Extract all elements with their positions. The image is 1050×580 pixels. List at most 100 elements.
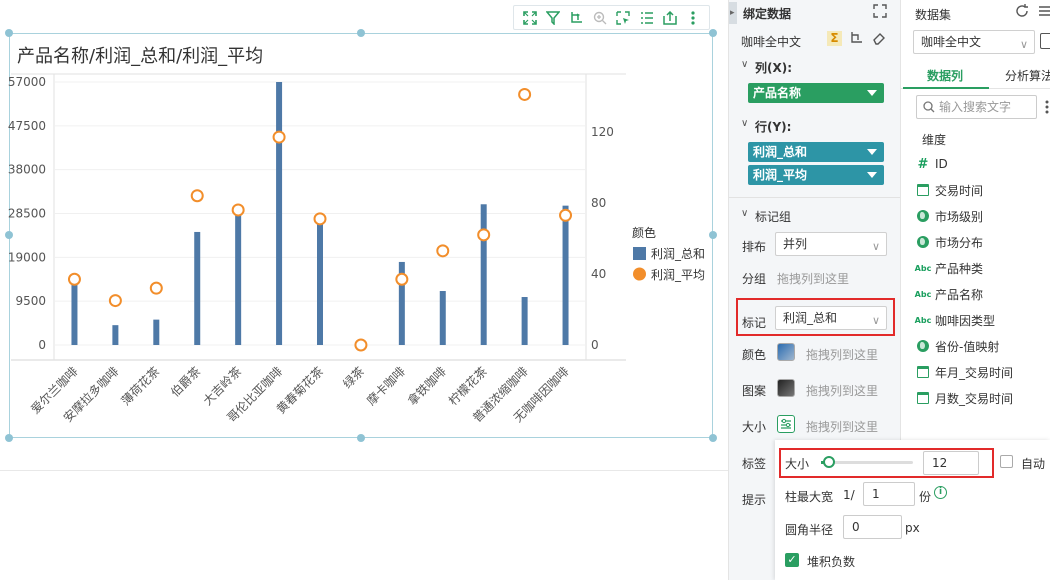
pivot-icon[interactable] [849,31,863,48]
size-icon[interactable] [777,415,795,433]
chevron-down-icon: ∨ [871,240,880,253]
swap-icon[interactable] [872,3,888,22]
refresh-icon[interactable] [1014,3,1030,22]
row-pill-1[interactable]: 利润_总和 [748,142,884,162]
col-pill[interactable]: 产品名称 [748,83,884,103]
y-right-tick-label: 120 [591,125,614,139]
sum-icon[interactable]: Σ [827,31,842,46]
x-tick-label: 拿铁咖啡 [404,364,449,409]
bar [562,205,569,345]
dataset-name: 咖啡全中文 [741,35,802,49]
layout-label: 排布 [742,240,767,254]
legend-swatch-dot [633,267,646,281]
col-label: 列(X): [755,61,793,75]
edit-icon[interactable] [1040,33,1050,49]
avg-point [272,130,286,144]
field-item[interactable]: 交易时间 [916,180,983,200]
col-width-input[interactable]: 1 [863,482,915,506]
field-item[interactable]: 市场级别 [916,206,983,226]
globe-icon [916,339,930,353]
group-drop-zone[interactable]: 拖拽列到这里 [777,270,849,287]
field-item[interactable]: # ID [916,154,948,174]
bar [71,279,78,345]
globe-icon [916,209,930,223]
size-popup: 大小 12 自动 柱最大宽 1/ 1 份 i 圆角半径 0 px ✓ 堆积负数 [775,440,1050,580]
field-label: 省份-值映射 [935,339,1000,354]
avg-point [518,87,532,101]
field-item[interactable]: 市场分布 [916,232,983,252]
info-icon[interactable]: i [934,486,947,499]
y-left-tick-label: 9500 [15,294,46,308]
divider [729,197,901,198]
chevron-down-icon[interactable]: ∨ [741,118,748,129]
field-item[interactable]: 年月_交易时间 [916,362,1013,382]
y-right-tick-label: 80 [591,196,606,210]
size-slider-thumb[interactable] [823,456,835,468]
avg-point [354,338,368,352]
eraser-icon[interactable] [872,31,886,48]
radius-unit: px [905,521,920,535]
radius-value: 0 [852,520,860,534]
tab-indicator [903,87,989,89]
legend-title: 颜色 [632,225,656,240]
x-tick-label: 薄荷花茶 [118,364,163,409]
bar [521,297,528,345]
more-icon[interactable] [1045,100,1049,117]
avg-point [149,281,163,295]
field-label: 交易时间 [935,183,984,198]
layout-select[interactable]: 并列 ∨ [775,232,887,256]
tab-data-columns[interactable]: 数据列 [927,67,963,84]
settings-icon[interactable] [1037,3,1050,22]
size-label: 大小 [742,420,767,434]
field-item[interactable]: Abc 产品名称 [915,284,983,304]
y-left-tick-label: 47500 [8,119,46,133]
field-item[interactable]: Abc 咖啡因类型 [914,310,996,330]
y-left-tick-label: 57000 [8,75,46,89]
y-left-tick-label: 19000 [8,250,46,264]
y-left-tick-label: 38000 [8,163,46,177]
y-right-tick-label: 0 [591,338,599,352]
y-right-tick-label: 40 [591,267,606,281]
collapse-arrow-icon[interactable]: ▸ [730,8,735,18]
auto-checkbox[interactable] [1000,455,1013,468]
col-width-unit: 份 [919,490,932,504]
dataset-select-value: 咖啡全中文 [921,35,982,49]
stack-checkbox[interactable]: ✓ [785,553,799,567]
shape-swatch[interactable] [777,379,795,397]
chevron-down-icon[interactable]: ∨ [741,208,748,219]
shape-drop-zone[interactable]: 拖拽列到这里 [806,382,878,399]
chevron-down-icon: ∨ [871,314,880,327]
bar [235,208,242,345]
dataset-select[interactable]: 咖啡全中文 ∨ [913,30,1035,54]
row-pill-label: 利润_总和 [753,145,808,159]
legend-swatch-bar [633,247,646,260]
color-swatch[interactable] [777,343,795,361]
combo-chart[interactable]: 09500190002850038000475005700004080120爱尔… [0,0,728,440]
field-item[interactable]: 省份-值映射 [916,336,999,356]
field-label: 咖啡因类型 [935,313,996,328]
text-icon: Abc [914,315,932,325]
field-label: 市场级别 [935,209,984,224]
bar [194,231,201,345]
bar [317,213,323,345]
mark-select[interactable]: 利润_总和 ∨ [775,306,887,330]
text-icon: Abc [914,263,932,273]
size-input[interactable]: 12 [923,451,979,475]
field-item[interactable]: Abc 产品种类 [914,258,983,278]
color-drop-zone[interactable]: 拖拽列到这里 [806,346,878,363]
y-left-tick-label: 0 [38,338,46,352]
chevron-down-icon[interactable]: ∨ [741,59,748,70]
search-icon [923,101,935,116]
radius-input[interactable]: 0 [843,515,902,539]
x-tick-label: 绿茶 [339,364,367,392]
avg-point [313,212,327,226]
size-drop-zone[interactable]: 拖拽列到这里 [806,418,878,435]
x-tick-label: 摩卡咖啡 [363,364,408,409]
row-pill-2[interactable]: 利润_平均 [748,165,884,185]
size-value: 12 [932,456,948,470]
tab-analysis[interactable]: 分析算法 [1005,67,1050,84]
avg-point [108,294,122,308]
field-item[interactable]: 月数_交易时间 [916,388,1013,408]
color-label: 颜色 [742,348,767,362]
mark-group-title: 标记组 [755,210,792,224]
